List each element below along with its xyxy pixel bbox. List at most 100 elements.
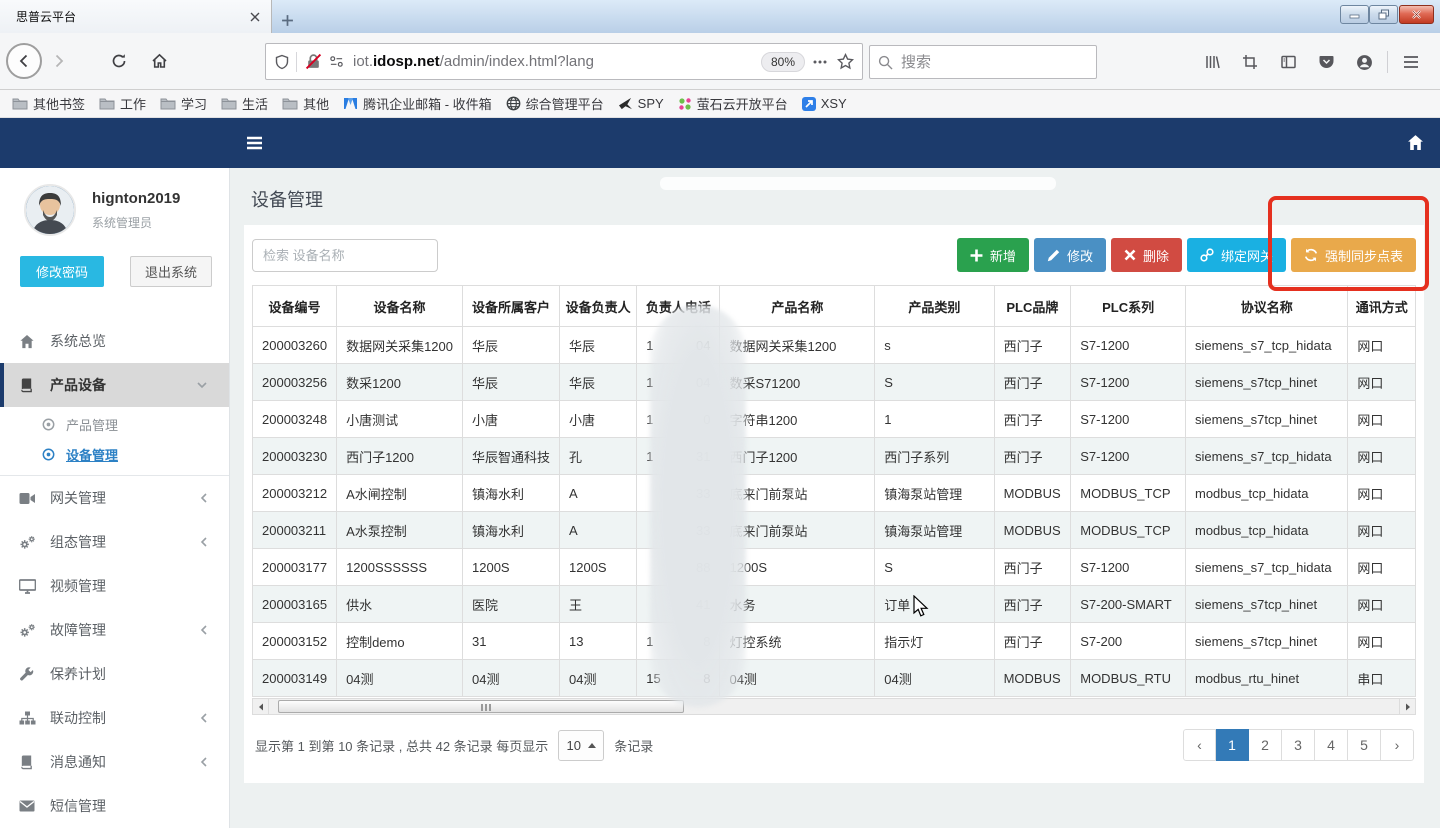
sidebar-item-message[interactable]: 消息通知 (0, 740, 229, 784)
table-cell[interactable]: MODBUS_RTU (1071, 660, 1186, 697)
table-cell[interactable]: 西门子 (994, 586, 1071, 623)
bookmark-folder[interactable]: 其他书签 (12, 94, 85, 113)
change-password-button[interactable]: 修改密码 (20, 256, 104, 287)
table-cell[interactable]: 小唐 (463, 401, 560, 438)
table-cell[interactable]: 04测 (463, 660, 560, 697)
table-cell[interactable]: 200003177 (253, 549, 337, 586)
table-cell[interactable]: 华辰 (463, 364, 560, 401)
close-button[interactable] (1399, 5, 1434, 24)
table-cell[interactable]: 西门子 (994, 364, 1071, 401)
table-cell[interactable]: 西门子 (994, 623, 1071, 660)
table-cell[interactable]: 华辰 (560, 327, 637, 364)
table-cell[interactable]: S (875, 364, 994, 401)
table-cell[interactable]: 200003211 (253, 512, 337, 549)
table-row[interactable]: 200003260数据网关采集1200华辰华辰104数据网关采集1200s西门子… (253, 327, 1416, 364)
back-button[interactable] (6, 43, 42, 79)
table-cell[interactable]: A (560, 475, 637, 512)
table-cell[interactable]: 1 (875, 401, 994, 438)
table-cell[interactable]: MODBUS_TCP (1071, 512, 1186, 549)
table-cell[interactable]: 镇海泵站管理 (875, 475, 994, 512)
browser-search-bar[interactable] (869, 45, 1097, 79)
bookmark-ezviz[interactable]: 萤石云开放平台 (678, 94, 788, 113)
table-cell[interactable]: modbus_tcp_hidata (1186, 475, 1348, 512)
table-cell[interactable]: 200003149 (253, 660, 337, 697)
sidebar-item-maintenance[interactable]: 保养计划 (0, 652, 229, 696)
sidebar-item-fault[interactable]: 故障管理 (0, 608, 229, 652)
table-cell[interactable]: 网口 (1348, 623, 1416, 660)
table-row[interactable]: 200003230西门子1200华辰智通科技孔131西门子1200西门子系列西门… (253, 438, 1416, 475)
sidebar-item-product-mgmt[interactable]: 产品管理 (0, 409, 229, 439)
table-cell[interactable]: siemens_s7tcp_hinet (1186, 623, 1348, 660)
add-button[interactable]: 新增 (957, 238, 1029, 272)
insecure-lock-icon[interactable] (305, 53, 322, 70)
table-cell[interactable]: 200003152 (253, 623, 337, 660)
scrollbar-thumb[interactable] (278, 700, 684, 713)
sidebar-item-config[interactable]: 组态管理 (0, 520, 229, 564)
table-cell[interactable]: S7-200 (1071, 623, 1186, 660)
bookmark-folder[interactable]: 生活 (221, 94, 268, 113)
table-cell[interactable]: 西门子1200 (337, 438, 463, 475)
table-row[interactable]: 200003256数采1200华辰华辰104数采S71200S西门子S7-120… (253, 364, 1416, 401)
table-cell[interactable]: 200003230 (253, 438, 337, 475)
table-cell[interactable]: 1200S (560, 549, 637, 586)
library-icon[interactable] (1193, 45, 1231, 79)
bookmark-tencent-mail[interactable]: 腾讯企业邮箱 - 收件箱 (343, 94, 492, 113)
device-search-input[interactable] (252, 239, 438, 272)
table-cell[interactable]: siemens_s7_tcp_hidata (1186, 327, 1348, 364)
table-cell[interactable]: MODBUS (994, 475, 1071, 512)
reload-button[interactable] (102, 44, 136, 78)
zoom-level-badge[interactable]: 80% (761, 52, 805, 72)
tracking-shield-icon[interactable] (274, 54, 290, 70)
table-cell[interactable]: 1200SSSSSS (337, 549, 463, 586)
table-cell[interactable]: 华辰智通科技 (463, 438, 560, 475)
table-cell[interactable]: 网口 (1348, 438, 1416, 475)
browser-tab[interactable]: 思普云平台 (0, 0, 272, 33)
table-cell[interactable]: 小唐测试 (337, 401, 463, 438)
pocket-icon[interactable] (1307, 45, 1345, 79)
table-cell[interactable]: siemens_s7_tcp_hidata (1186, 438, 1348, 475)
page-prev-button[interactable]: ‹ (1183, 729, 1216, 761)
url-bar[interactable]: iot.idosp.net/admin/index.html?lang 80% (265, 43, 863, 80)
table-cell[interactable]: 孔 (560, 438, 637, 475)
sidebar-item-product-device[interactable]: 产品设备 (0, 363, 229, 407)
bookmark-xsy[interactable]: XSY (802, 96, 847, 111)
table-cell[interactable]: siemens_s7tcp_hinet (1186, 364, 1348, 401)
sidebar-item-gateway[interactable]: 网关管理 (0, 476, 229, 520)
table-cell[interactable]: 200003260 (253, 327, 337, 364)
minimize-button[interactable] (1340, 5, 1369, 24)
table-cell[interactable]: 200003165 (253, 586, 337, 623)
table-cell[interactable]: A水泵控制 (337, 512, 463, 549)
table-cell[interactable]: 网口 (1348, 364, 1416, 401)
table-cell[interactable]: 04测 (875, 660, 994, 697)
bookmark-spy[interactable]: SPY (618, 96, 664, 111)
permissions-icon[interactable] (329, 54, 344, 69)
browser-search-input[interactable] (901, 54, 1061, 71)
restore-button[interactable] (1369, 5, 1398, 24)
edit-button[interactable]: 修改 (1034, 238, 1106, 272)
page-button-3[interactable]: 3 (1282, 729, 1315, 761)
sidebar-item-sms[interactable]: 短信管理 (0, 784, 229, 828)
table-cell[interactable]: 医院 (463, 586, 560, 623)
sidebar-toggle-icon[interactable] (246, 136, 263, 150)
table-cell[interactable]: modbus_tcp_hidata (1186, 512, 1348, 549)
table-cell[interactable]: 数据网关采集1200 (337, 327, 463, 364)
table-cell[interactable]: 200003248 (253, 401, 337, 438)
page-button-2[interactable]: 2 (1249, 729, 1282, 761)
table-cell[interactable]: 04测 (560, 660, 637, 697)
sidebar-item-linkage[interactable]: 联动控制 (0, 696, 229, 740)
table-cell[interactable]: 1200S (463, 549, 560, 586)
table-cell[interactable]: S7-1200 (1071, 401, 1186, 438)
page-button-4[interactable]: 4 (1315, 729, 1348, 761)
table-cell[interactable]: 镇海泵站管理 (875, 512, 994, 549)
table-cell[interactable]: s (875, 327, 994, 364)
table-cell[interactable]: 西门子 (994, 549, 1071, 586)
table-row[interactable]: 200003248小唐测试小唐小唐10字符串12001西门子S7-1200sie… (253, 401, 1416, 438)
table-cell[interactable]: 镇海水利 (463, 512, 560, 549)
home-button[interactable] (142, 44, 176, 78)
page-next-button[interactable]: › (1381, 729, 1414, 761)
table-cell[interactable]: 西门子 (994, 438, 1071, 475)
page-actions-icon[interactable] (813, 60, 827, 64)
table-cell[interactable]: siemens_s7_tcp_hidata (1186, 549, 1348, 586)
sidebar-item-device-mgmt[interactable]: 设备管理 (0, 439, 229, 469)
table-cell[interactable]: MODBUS_TCP (1071, 475, 1186, 512)
